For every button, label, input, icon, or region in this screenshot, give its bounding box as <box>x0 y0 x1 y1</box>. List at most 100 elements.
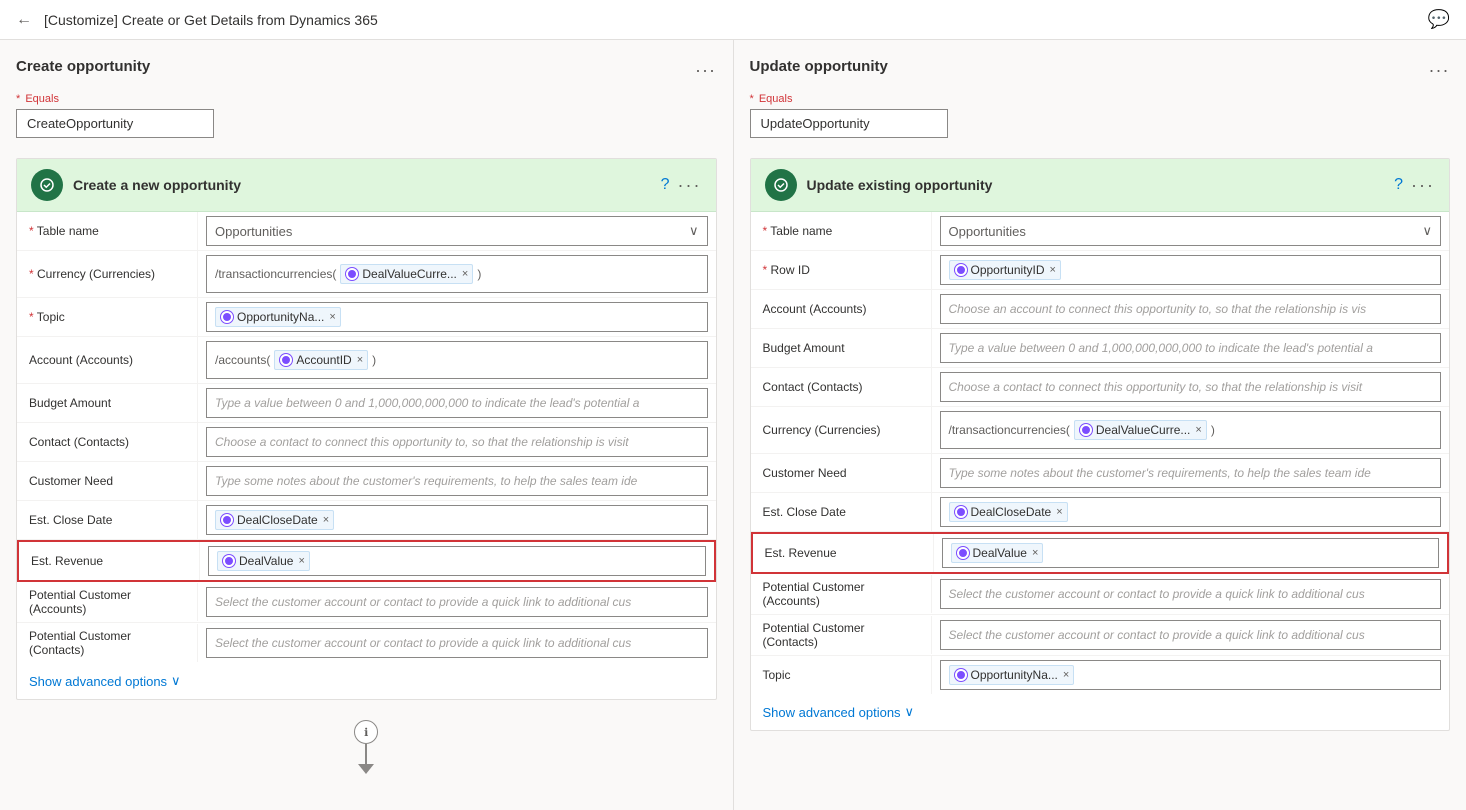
right-label-pot-customer-acct: Potential Customer (Accounts) <box>751 574 931 614</box>
left-field-customer-need: Customer Need Type some notes about the … <box>17 462 716 501</box>
right-input-account[interactable]: Choose an account to connect this opport… <box>940 294 1442 324</box>
left-topic-token-close[interactable]: × <box>329 311 335 323</box>
left-pot-customer-cont-placeholder: Select the customer account or contact t… <box>215 636 631 650</box>
right-value-table-name: Opportunities ∨ <box>931 212 1450 250</box>
left-account-token-close[interactable]: × <box>357 354 363 366</box>
left-contact-placeholder: Choose a contact to connect this opportu… <box>215 435 629 449</box>
left-input-contact[interactable]: Choose a contact to connect this opportu… <box>206 427 708 457</box>
left-input-account[interactable]: /accounts( AccountID × ) <box>206 341 708 379</box>
left-input-customer-need[interactable]: Type some notes about the customer's req… <box>206 466 708 496</box>
left-label-topic: Topic <box>17 304 197 330</box>
top-bar: ← [Customize] Create or Get Details from… <box>0 0 1466 40</box>
right-label-budget: Budget Amount <box>751 335 931 361</box>
left-advanced-options[interactable]: Show advanced options ∨ <box>17 663 716 699</box>
right-field-customer-need: Customer Need Type some notes about the … <box>751 454 1450 493</box>
left-equals-input[interactable] <box>16 109 214 138</box>
left-input-close-date[interactable]: DealCloseDate × <box>206 505 708 535</box>
right-budget-placeholder: Type a value between 0 and 1,000,000,000… <box>949 341 1373 355</box>
left-table-name-text: Opportunities <box>215 224 292 239</box>
right-topic-token-close[interactable]: × <box>1063 669 1069 681</box>
right-input-row-id[interactable]: OpportunityID × <box>940 255 1442 285</box>
left-revenue-token-close[interactable]: × <box>298 555 304 567</box>
left-field-table-name: Table name Opportunities ∨ <box>17 212 716 251</box>
left-flow-line <box>365 744 367 764</box>
right-close-date-token-text: DealCloseDate <box>971 505 1052 519</box>
left-account-token-text: AccountID <box>296 353 351 367</box>
right-advanced-chevron: ∨ <box>905 704 915 720</box>
back-icon[interactable]: ← <box>16 11 32 29</box>
chat-icon[interactable]: 💬 <box>1428 9 1450 30</box>
right-input-close-date[interactable]: DealCloseDate × <box>940 497 1442 527</box>
left-panel-menu[interactable]: ... <box>695 56 716 77</box>
right-close-date-token-close[interactable]: × <box>1056 506 1062 518</box>
left-input-budget[interactable]: Type a value between 0 and 1,000,000,000… <box>206 388 708 418</box>
left-account-mixed: /accounts( AccountID × ) <box>215 346 376 374</box>
left-value-budget: Type a value between 0 and 1,000,000,000… <box>197 384 716 422</box>
right-row-id-token: OpportunityID × <box>949 260 1061 280</box>
left-input-table-name[interactable]: Opportunities ∨ <box>206 216 708 246</box>
right-input-revenue[interactable]: DealValue × <box>942 538 1440 568</box>
right-value-pot-customer-cont: Select the customer account or contact t… <box>931 616 1450 654</box>
right-advanced-options-text: Show advanced options <box>763 705 901 720</box>
right-input-customer-need[interactable]: Type some notes about the customer's req… <box>940 458 1442 488</box>
left-account-prefix: /accounts( <box>215 353 270 367</box>
right-equals-section: * Equals <box>750 93 1451 138</box>
right-close-date-token: DealCloseDate × <box>949 502 1068 522</box>
right-more-icon[interactable]: ··· <box>1411 175 1435 196</box>
left-currency-token-icon <box>345 267 359 281</box>
left-close-date-token-close[interactable]: × <box>323 514 329 526</box>
right-advanced-options[interactable]: Show advanced options ∨ <box>751 694 1450 730</box>
left-help-icon[interactable]: ? <box>661 176 670 194</box>
right-help-icon[interactable]: ? <box>1394 176 1403 194</box>
left-value-pot-customer-cont: Select the customer account or contact t… <box>197 624 716 662</box>
left-label-customer-need: Customer Need <box>17 468 197 494</box>
left-close-date-token: DealCloseDate × <box>215 510 334 530</box>
left-value-topic: OpportunityNa... × <box>197 298 716 336</box>
left-input-currency[interactable]: /transactioncurrencies( DealValueCurre..… <box>206 255 708 293</box>
right-panel-menu[interactable]: ... <box>1429 56 1450 77</box>
right-value-account: Choose an account to connect this opport… <box>931 290 1450 328</box>
left-account-token: AccountID × <box>274 350 368 370</box>
right-field-currency: Currency (Currencies) /transactioncurren… <box>751 407 1450 454</box>
left-currency-token-close[interactable]: × <box>462 268 468 280</box>
right-row-id-token-icon <box>954 263 968 277</box>
left-more-icon[interactable]: ··· <box>678 175 702 196</box>
right-action-card: Update existing opportunity ? ··· Table … <box>750 158 1451 731</box>
left-panel-header: Create opportunity ... <box>16 56 717 77</box>
left-action-header-icons: ? ··· <box>661 175 702 196</box>
left-input-revenue[interactable]: DealValue × <box>208 546 706 576</box>
right-input-table-name[interactable]: Opportunities ∨ <box>940 216 1442 246</box>
right-input-pot-customer-acct[interactable]: Select the customer account or contact t… <box>940 579 1442 609</box>
right-table-name-text: Opportunities <box>949 224 1026 239</box>
right-input-contact[interactable]: Choose a contact to connect this opportu… <box>940 372 1442 402</box>
right-revenue-token-close[interactable]: × <box>1032 547 1038 559</box>
right-input-topic[interactable]: OpportunityNa... × <box>940 660 1442 690</box>
right-field-revenue: Est. Revenue DealValue × <box>751 532 1450 574</box>
right-label-table-name: Table name <box>751 218 931 244</box>
left-input-topic[interactable]: OpportunityNa... × <box>206 302 708 332</box>
right-pot-customer-cont-placeholder: Select the customer account or contact t… <box>949 628 1365 642</box>
right-row-id-token-close[interactable]: × <box>1050 264 1056 276</box>
right-action-icon <box>765 169 797 201</box>
left-value-revenue: DealValue × <box>199 542 714 580</box>
left-input-pot-customer-acct[interactable]: Select the customer account or contact t… <box>206 587 708 617</box>
left-label-pot-customer-acct: Potential Customer (Accounts) <box>17 582 197 622</box>
right-currency-prefix: /transactioncurrencies( <box>949 423 1070 437</box>
right-equals-input[interactable] <box>750 109 948 138</box>
left-customer-need-placeholder: Type some notes about the customer's req… <box>215 474 637 488</box>
left-action-card-header: Create a new opportunity ? ··· <box>17 159 716 212</box>
left-value-table-name: Opportunities ∨ <box>197 212 716 250</box>
left-topic-token-text: OpportunityNa... <box>237 310 324 324</box>
left-field-budget: Budget Amount Type a value between 0 and… <box>17 384 716 423</box>
right-action-title: Update existing opportunity <box>807 177 1385 193</box>
right-field-row-id: Row ID OpportunityID × <box>751 251 1450 290</box>
right-label-close-date: Est. Close Date <box>751 499 931 525</box>
left-input-pot-customer-cont[interactable]: Select the customer account or contact t… <box>206 628 708 658</box>
right-revenue-token-text: DealValue <box>973 546 1027 560</box>
right-input-currency[interactable]: /transactioncurrencies( DealValueCurre..… <box>940 411 1442 449</box>
right-value-revenue: DealValue × <box>933 534 1448 572</box>
left-value-close-date: DealCloseDate × <box>197 501 716 539</box>
right-currency-token-close[interactable]: × <box>1195 424 1201 436</box>
right-input-budget[interactable]: Type a value between 0 and 1,000,000,000… <box>940 333 1442 363</box>
right-input-pot-customer-cont[interactable]: Select the customer account or contact t… <box>940 620 1442 650</box>
